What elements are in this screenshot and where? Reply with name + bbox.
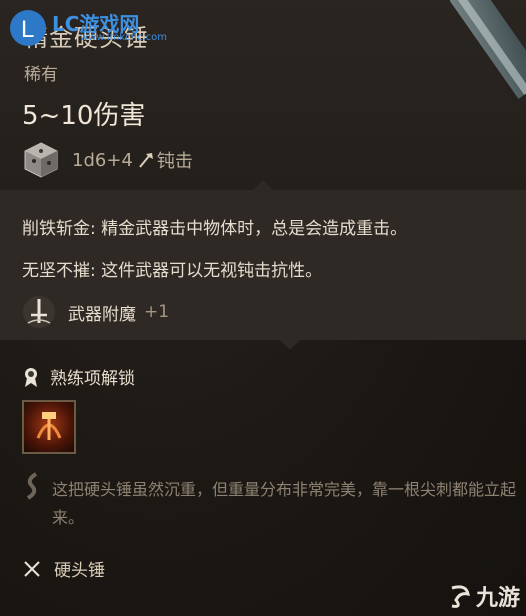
item-tooltip: 精金硬头锤 L LC游戏网 www.lmkcnc.com 稀有 5~10伤害 1… xyxy=(0,0,526,616)
site-logo-icon xyxy=(451,585,470,608)
proficiency-row: 熟练项解锁 xyxy=(22,364,135,389)
item-rarity: 稀有 xyxy=(24,65,58,85)
watermark-url: www.lmkcnc.com xyxy=(80,32,167,43)
proficiency-skill-icon[interactable] xyxy=(22,400,76,454)
site-logo-name: 九游 xyxy=(475,586,520,611)
passive-1: 削铁斩金: 精金武器击中物体时，总是会造成重击。 xyxy=(22,219,408,239)
weapon-art-icon xyxy=(449,0,526,99)
damage-dice: 1d6+4 xyxy=(72,149,133,171)
svg-text:L: L xyxy=(21,16,34,43)
site-logo: 九游 xyxy=(446,580,520,612)
lore-quote-icon xyxy=(26,472,38,500)
item-lore: 这把硬头锤虽然沉重，但重量分布非常完美，靠一根尖刺都能立起来。 xyxy=(52,480,517,527)
proficiency-medal-icon xyxy=(25,367,37,387)
weapon-type: 硬头锤 xyxy=(54,561,105,581)
weapon-type-row: 硬头锤 xyxy=(22,556,105,581)
watermark-logo-icon: L xyxy=(10,10,46,46)
proficiency-label: 熟练项解锁 xyxy=(50,369,135,389)
dice-icon xyxy=(24,142,58,178)
crossed-weapons-icon xyxy=(24,560,40,577)
enchant-sword-icon xyxy=(23,296,55,328)
enchant-bonus: +1 xyxy=(144,302,170,322)
damage-dice-row: 1d6+4 钝击 xyxy=(22,140,193,180)
passive-2: 无坚不摧: 这件武器可以无视钝击抗性。 xyxy=(22,261,323,281)
enchant-row: 武器附魔 +1 xyxy=(22,295,169,329)
enchant-label: 武器附魔 xyxy=(68,304,136,325)
item-damage: 5~10伤害 xyxy=(22,101,146,131)
tooltip-header: 精金硬头锤 L LC游戏网 www.lmkcnc.com 稀有 5~10伤害 1… xyxy=(0,0,526,190)
damage-type: 钝击 xyxy=(156,151,193,172)
bludgeon-icon xyxy=(139,153,153,168)
